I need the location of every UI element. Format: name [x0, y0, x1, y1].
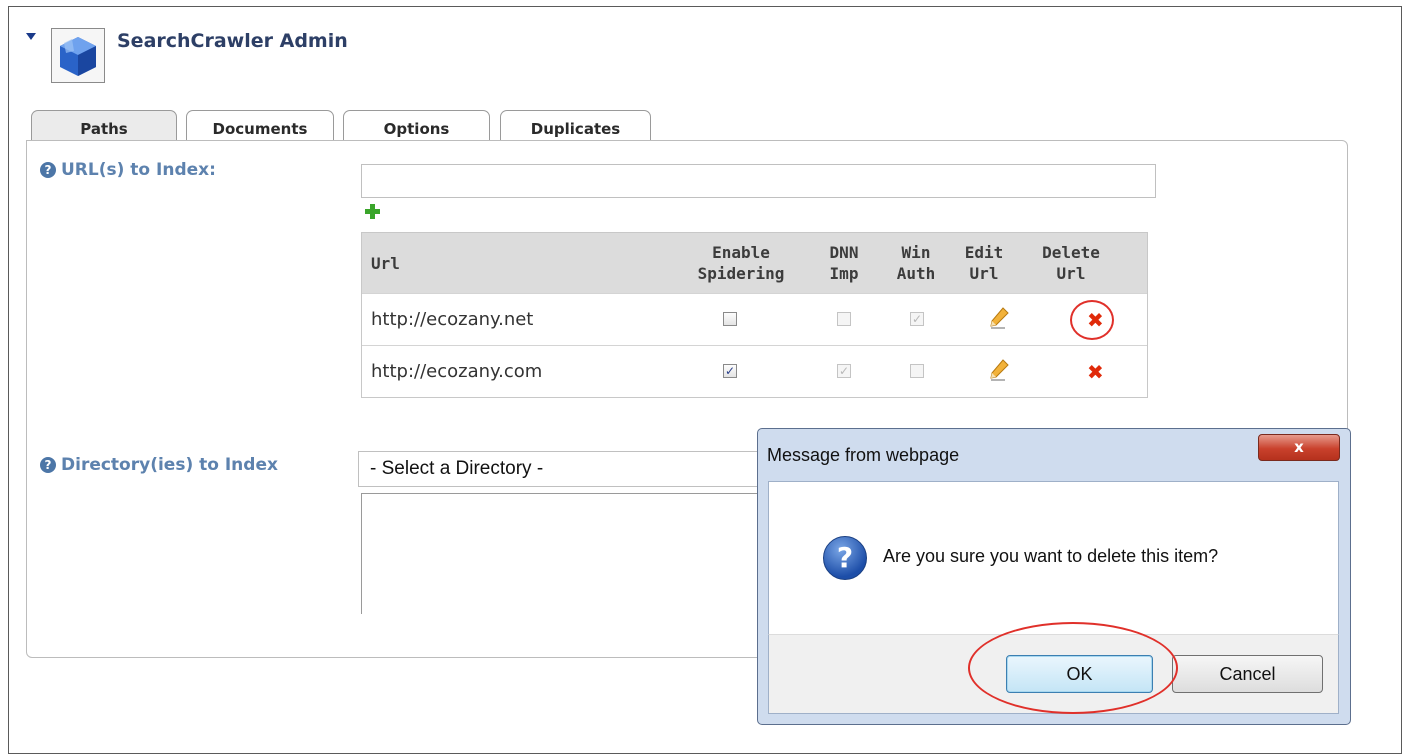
dnn-imp-checkbox	[837, 312, 851, 326]
col-win-auth: Win Auth	[889, 242, 943, 284]
edit-pencil-icon[interactable]	[989, 359, 1009, 381]
col-dnn-line2: Imp	[829, 264, 859, 283]
help-icon[interactable]: ?	[40, 162, 56, 178]
dialog-body: ? Are you sure you want to delete this i…	[768, 481, 1339, 635]
ok-highlight-ellipse	[968, 622, 1178, 714]
col-delete-url: Delete Url	[1038, 242, 1104, 284]
directory-list[interactable]	[361, 493, 758, 614]
col-edit-url: Edit Url	[959, 242, 1009, 284]
urls-label: ? URL(s) to Index:	[40, 160, 216, 180]
edit-pencil-icon[interactable]	[989, 307, 1009, 329]
col-enable-spidering: Enable Spidering	[695, 242, 787, 284]
col-dnn-imp: DNN Imp	[817, 242, 871, 284]
tab-duplicates[interactable]: Duplicates	[500, 110, 651, 140]
col-win-line1: Win	[901, 243, 931, 262]
col-edit-line2: Url	[969, 264, 999, 283]
collapse-arrow-icon[interactable]	[26, 33, 36, 40]
col-enable-line2: Spidering	[697, 264, 785, 283]
delete-url-icon[interactable]: ✖	[1087, 362, 1104, 382]
win-auth-checkbox	[910, 364, 924, 378]
url-cell: http://ecozany.com	[371, 361, 543, 382]
enable-spidering-checkbox[interactable]: ✓	[723, 364, 737, 378]
col-enable-line1: Enable	[712, 243, 770, 262]
url-grid: Url Enable Spidering DNN Imp Win Auth Edit U…	[361, 232, 1148, 398]
dialog-title: Message from webpage	[767, 445, 960, 465]
help-icon[interactable]: ?	[40, 457, 56, 473]
win-auth-checkbox: ✓	[910, 312, 924, 326]
col-delete-line2: Url	[1056, 264, 1086, 283]
tab-documents[interactable]: Documents	[186, 110, 334, 140]
col-url: Url	[371, 254, 400, 273]
col-dnn-line1: DNN	[829, 243, 859, 262]
delete-highlight-circle	[1070, 300, 1114, 340]
dialog-close-button[interactable]: x	[1258, 434, 1340, 461]
url-input[interactable]	[361, 164, 1156, 198]
searchcrawler-logo-icon	[51, 28, 105, 83]
dialog-message: Are you sure you want to delete this ite…	[883, 546, 1219, 566]
enable-spidering-checkbox[interactable]	[723, 312, 737, 326]
col-delete-line1: Delete	[1042, 243, 1100, 262]
directories-label: ? Directory(ies) to Index	[40, 455, 278, 475]
table-row: http://ecozany.com ✓ ✓ ✖	[362, 345, 1147, 397]
urls-label-text: URL(s) to Index:	[61, 160, 216, 180]
url-cell: http://ecozany.net	[371, 309, 534, 330]
col-win-line2: Auth	[896, 264, 936, 283]
tab-options[interactable]: Options	[343, 110, 490, 140]
col-edit-line1: Edit	[964, 243, 1004, 262]
add-url-icon[interactable]	[364, 203, 381, 220]
grid-header: Url Enable Spidering DNN Imp Win Auth Edit U…	[362, 233, 1147, 293]
directories-label-text: Directory(ies) to Index	[61, 455, 278, 475]
tab-paths[interactable]: Paths	[31, 110, 177, 140]
dnn-imp-checkbox: ✓	[837, 364, 851, 378]
question-icon: ?	[823, 536, 867, 580]
cancel-button[interactable]: Cancel	[1172, 655, 1323, 693]
directory-select[interactable]: - Select a Directory -	[358, 451, 758, 487]
page-title: SearchCrawler Admin	[117, 30, 348, 52]
table-row: http://ecozany.net ✓ ✖	[362, 293, 1147, 345]
